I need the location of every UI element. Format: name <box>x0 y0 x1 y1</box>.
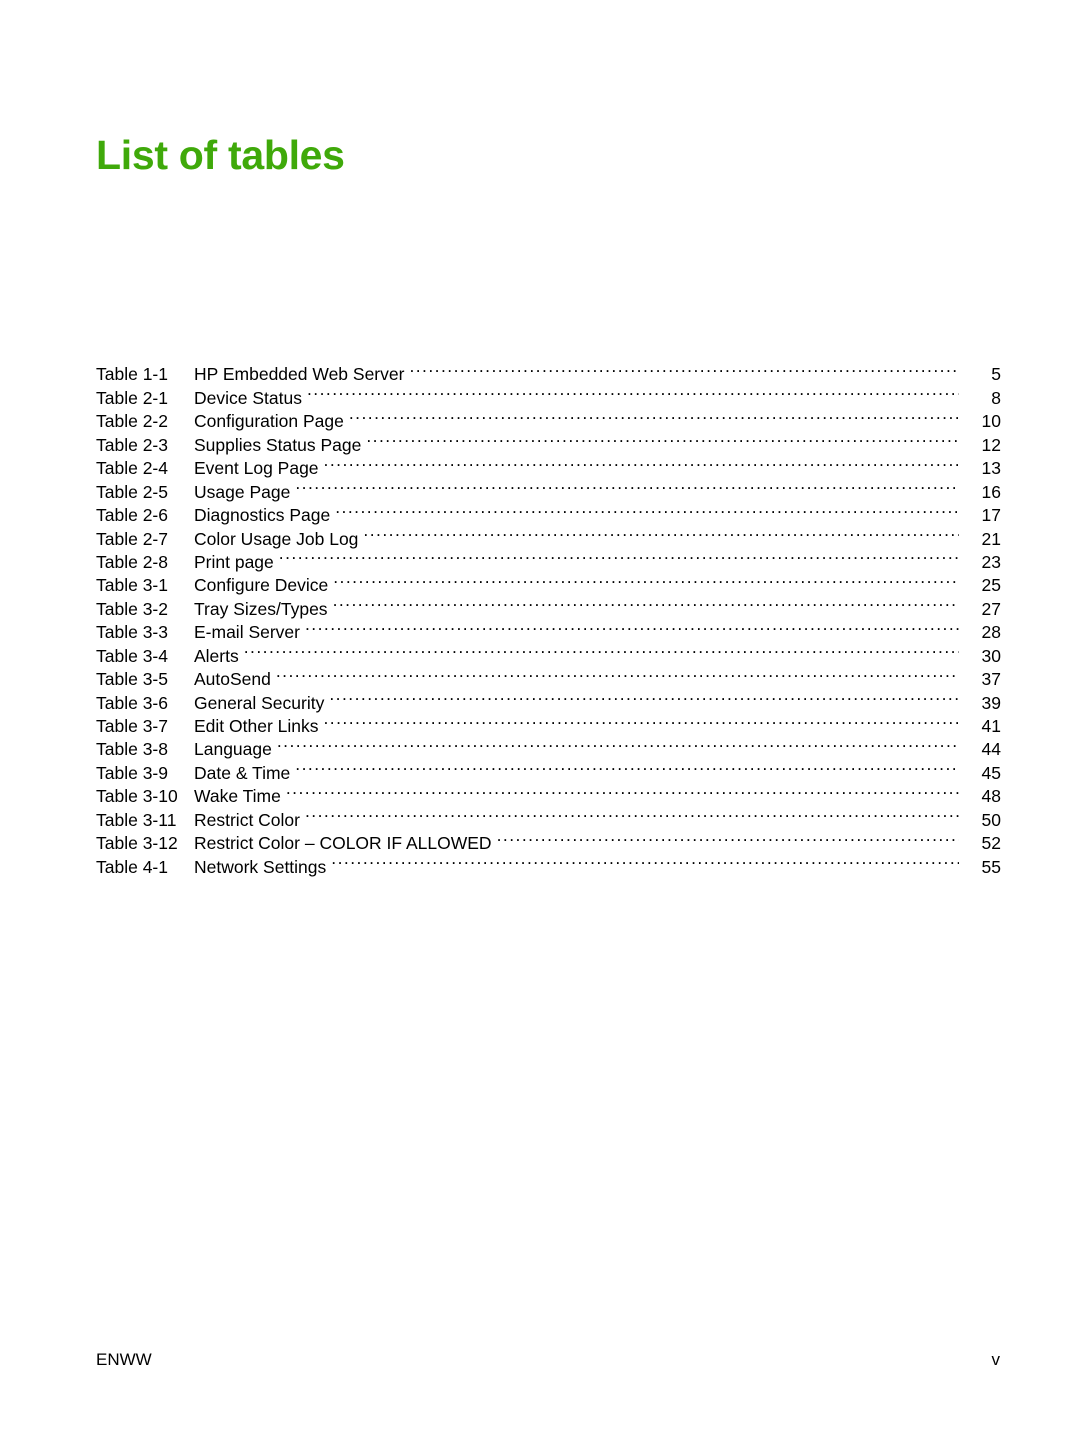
dot-leader <box>363 521 959 544</box>
list-of-tables: Table 1-1HP Embedded Web Server5 Table 2-… <box>96 357 1001 877</box>
footer-page-number: v <box>991 1350 1001 1369</box>
entry-page-number: 41 <box>981 716 1001 736</box>
document-page: List of tables Table 1-1 HP Embedded Web … <box>0 0 1080 1437</box>
entry-label: Table 1-1 <box>96 364 168 385</box>
entry-caption: Alerts <box>194 645 239 666</box>
list-of-tables-entry[interactable]: Table 1-1HP Embedded Web Server5 <box>96 357 1001 384</box>
entry-caption: Network Settings <box>194 856 327 877</box>
entry-label: Table 3-3 <box>96 622 168 643</box>
entry-page-number: 30 <box>981 645 1001 666</box>
entry-caption: Diagnostics Page <box>194 505 331 526</box>
dot-leader <box>295 474 959 497</box>
entry-page-number: 12 <box>981 434 1001 455</box>
dot-leader <box>307 380 959 403</box>
entry-page-number: 45 <box>981 762 1001 783</box>
entry-caption: Date & Time <box>194 762 291 783</box>
entry-caption: Configuration Page <box>194 411 344 432</box>
page-footer: ENWW v <box>96 1348 1000 1372</box>
entry-label: Table 2-7 <box>96 528 168 549</box>
entry-caption: AutoSend <box>194 669 271 690</box>
entry-page-number: 8 <box>991 387 1001 408</box>
entry-caption: Configure Device <box>194 575 329 596</box>
dot-leader <box>497 826 959 849</box>
dot-leader <box>279 545 959 568</box>
entry-label: Table 2-3 <box>96 434 168 455</box>
entry-caption: Wake Time <box>194 786 281 807</box>
entry-label: Table 3-8 <box>96 739 168 760</box>
entry-page-number: 52 <box>981 833 1001 854</box>
entry-page-number: 55 <box>981 856 1001 877</box>
entry-label: Table 4-1 <box>96 856 168 877</box>
entry-caption: Usage Page <box>194 481 291 502</box>
dot-leader <box>324 709 960 732</box>
dot-leader <box>305 802 959 825</box>
entry-label: Table 2-4 <box>96 458 168 479</box>
entry-label: Table 3-1 <box>96 575 168 596</box>
entry-label: Table 3-10 <box>96 786 178 807</box>
entry-label: Table 3-11 <box>96 809 177 830</box>
dot-leader <box>276 662 959 685</box>
dot-leader <box>331 849 959 872</box>
entry-label: Table 2-1 <box>96 387 168 408</box>
dot-leader <box>335 498 959 521</box>
entry-caption: General Security <box>194 692 325 713</box>
entry-page-number: 13 <box>981 458 1001 479</box>
entry-page-number: 23 <box>981 551 1001 572</box>
entry-label: Table 3-2 <box>96 598 168 619</box>
entry-page-number: 50 <box>981 809 1001 830</box>
dot-leader <box>329 685 959 708</box>
dot-leader <box>366 427 959 450</box>
entry-caption: Print page <box>194 551 274 572</box>
dot-leader <box>349 404 959 427</box>
dot-leader <box>324 451 959 474</box>
entry-page-number: 39 <box>981 692 1001 713</box>
entry-page-number: 37 <box>981 669 1001 690</box>
entry-page-number: 21 <box>981 528 1001 549</box>
entry-page-number: 16 <box>981 481 1001 502</box>
entry-page-number: 48 <box>981 786 1001 807</box>
entry-label: Table 2-5 <box>96 481 168 502</box>
entry-caption: Language <box>194 739 272 760</box>
entry-page-number: 28 <box>981 622 1001 643</box>
entry-label: Table 2-2 <box>96 411 168 432</box>
entry-label: Table 3-6 <box>96 692 168 713</box>
entry-label: Table 2-8 <box>96 551 168 572</box>
entry-page-number: 27 <box>981 598 1001 619</box>
entry-caption: Device Status <box>194 387 302 408</box>
page-title: List of tables <box>96 132 345 179</box>
footer-locale-code: ENWW <box>96 1350 152 1369</box>
entry-label: Table 3-12 <box>96 833 178 854</box>
dot-leader <box>286 779 959 802</box>
dot-leader <box>244 638 959 661</box>
dot-leader <box>409 357 959 380</box>
dot-leader <box>277 732 959 755</box>
dot-leader <box>295 755 959 778</box>
entry-page-number: 25 <box>981 575 1001 596</box>
entry-page-number: 10 <box>981 411 1001 432</box>
entry-label: Table 2-6 <box>96 505 168 526</box>
entry-caption: Restrict Color <box>194 809 300 830</box>
dot-leader <box>333 591 959 614</box>
entry-label: Table 3-5 <box>96 669 168 690</box>
entry-page-number: 5 <box>991 364 1001 385</box>
entry-page-number: 17 <box>981 505 1001 526</box>
entry-page-number: 44 <box>981 739 1001 760</box>
entry-label: Table 3-4 <box>96 645 168 666</box>
entry-label: Table 3-9 <box>96 762 168 783</box>
entry-label: Table 3-7 <box>96 716 168 736</box>
dot-leader <box>333 568 959 591</box>
dot-leader <box>305 615 959 638</box>
